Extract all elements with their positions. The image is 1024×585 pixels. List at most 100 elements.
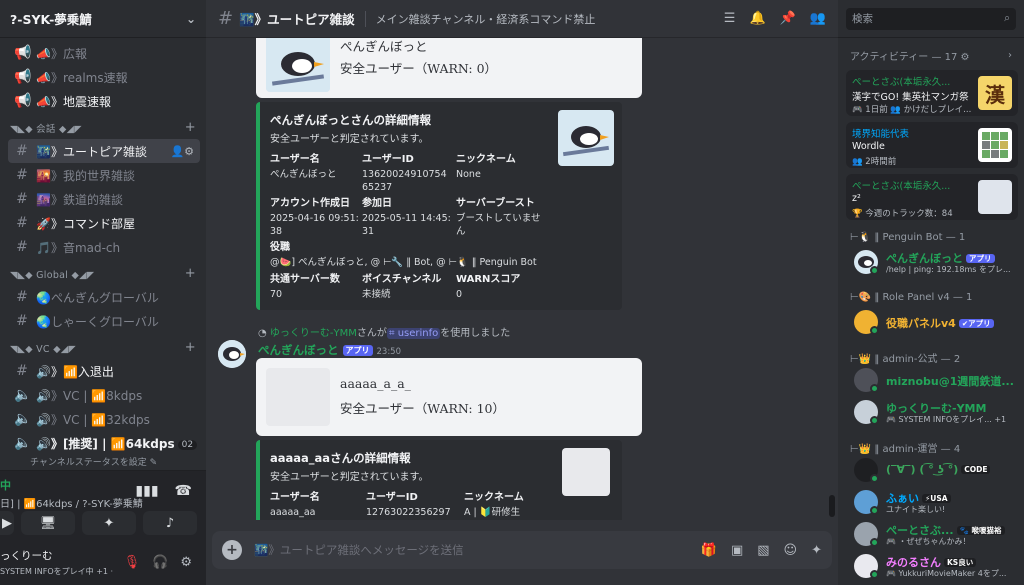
channel-earthquake[interactable]: 📢 📣》地震速報 bbox=[8, 89, 200, 113]
author-name[interactable]: ぺんぎんぼっと bbox=[258, 343, 339, 357]
emoji-icon[interactable]: ☺ bbox=[784, 543, 798, 558]
activity-card[interactable]: ぺーとさぶ(本垢永久... 漢字でGO! 集英社マンガ祭 🎮 1日前 👥 かけだ… bbox=[846, 70, 1018, 116]
channel-announce[interactable]: 📢 📣》広報 bbox=[8, 41, 200, 65]
channel-vc-32k[interactable]: 🔈 🔊》VC | 📶32kdps bbox=[8, 407, 200, 431]
user-card-image[interactable]: aaaaa_a_a_ 安全ユーザー（WARN: 10） bbox=[256, 358, 642, 436]
role-tag: ⚡USA bbox=[922, 494, 951, 503]
signal-icon[interactable]: ▮▮▮ bbox=[135, 483, 158, 499]
activity-card[interactable]: 境界知能代表 Wordle 👥 2時間前 bbox=[846, 122, 1018, 168]
command-name[interactable]: ⌗ userinfo bbox=[386, 328, 441, 339]
search-placeholder: 検索 bbox=[852, 13, 873, 25]
activity-button[interactable]: ✦ bbox=[82, 511, 136, 535]
pin-icon[interactable]: 📌 bbox=[780, 11, 796, 26]
user-card-image[interactable]: ぺんぎんぼっと 安全ユーザー（WARN: 0） bbox=[256, 38, 642, 98]
gear-icon[interactable]: ⚙ bbox=[180, 555, 192, 570]
app-badge: アプリ bbox=[342, 345, 373, 356]
member-item[interactable]: ゆっくりーむ-YMM 🎮 SYSTEM INFOをプレイ... +1 bbox=[850, 396, 1020, 428]
add-channel-icon[interactable]: + bbox=[185, 266, 196, 281]
userinfo-embed: aaaaa_aaさんの詳細情報 安全ユーザーと判定されています。 ユーザー名 aa… bbox=[256, 440, 622, 520]
threads-icon[interactable]: ☰ bbox=[724, 11, 736, 26]
hash-icon: # bbox=[218, 8, 234, 29]
camera-button[interactable]: ▶ bbox=[0, 511, 14, 535]
member-name: miznobu@1週間鉄道... bbox=[886, 375, 1014, 388]
discord-app: ?-SYK-夢乗鯖 ⌄ 📢 📣》広報 📢 📣》realms速報 📢 📣》地震速報 ◥◣… bbox=[0, 0, 1024, 585]
album-art-image bbox=[978, 180, 1012, 214]
channel-label: 🌇》我的世界雑談 bbox=[36, 168, 135, 183]
members-icon[interactable]: 👥 bbox=[810, 11, 826, 26]
activity-meta: 🏆 今週のトラック数：84 bbox=[852, 209, 953, 219]
user-info[interactable]: っくりーむ SYSTEM INFOをプレイ中 +1 · bbox=[0, 548, 124, 577]
avatar[interactable] bbox=[218, 340, 246, 368]
gif-icon[interactable]: ▣ bbox=[731, 543, 743, 558]
invite-settings-icon[interactable]: 👤⚙ bbox=[170, 145, 194, 158]
member-name: (‾∀‾) ( ͡° ͜ʖ ͡°) CODE bbox=[886, 463, 991, 476]
activity-user: ぺーとさぶ(本垢永久... bbox=[852, 181, 951, 192]
chevron-down-icon: ⌄ bbox=[185, 11, 196, 26]
chevron-right-icon: › bbox=[1008, 49, 1012, 61]
channel-label: 📣》地震速報 bbox=[36, 94, 111, 109]
member-item[interactable]: (‾∀‾) ( ͡° ͜ʖ ͡°) CODE bbox=[850, 454, 1020, 486]
channel-realms[interactable]: 📢 📣》realms速報 bbox=[8, 65, 200, 89]
screen-share-button[interactable]: 🖥 bbox=[21, 511, 75, 535]
status-dot bbox=[870, 416, 879, 425]
member-category: ⊢🎨 ‖ Role Panel v4 — 1 bbox=[850, 292, 973, 303]
add-attachment-button[interactable]: + bbox=[222, 540, 242, 560]
channel-topic[interactable]: メイン雑談チャンネル・経済系コマンド禁止 bbox=[376, 11, 716, 27]
command-reply-line[interactable]: ◔ ゆっくりーむ-YMMさんが ⌗ userinfo を使用しました bbox=[258, 324, 510, 339]
user-count-badge: 02 bbox=[177, 440, 198, 450]
megaphone-icon: 📢 bbox=[14, 69, 32, 85]
channel-join-leave[interactable]: # 🔊》📶入退出 bbox=[8, 359, 200, 383]
chat-main: # 🌃》ユートピア雑談 メイン雑談チャンネル・経済系コマンド禁止 ☰ 🔔 📌 👥… bbox=[206, 0, 838, 585]
channel-command[interactable]: # 🚀》コマンド部屋 bbox=[8, 211, 200, 235]
channel-vc-8k[interactable]: 🔈 🔊》VC | 📶8kdps bbox=[8, 383, 200, 407]
channel-shark-global[interactable]: # 🌏しゃーくグローバル bbox=[8, 309, 200, 333]
command-user[interactable]: ゆっくりーむ-YMM bbox=[270, 328, 357, 339]
channel-vc-64k[interactable]: 🔈🔊》[推奨] | 📶64kdps0299 bbox=[8, 431, 200, 455]
search-input[interactable]: 検索 ⌕ bbox=[846, 7, 1016, 30]
gift-icon[interactable]: 🎁 bbox=[701, 543, 717, 558]
message-input[interactable]: 🌃》ユートピア雑談へメッセージを送信 bbox=[254, 542, 701, 558]
channel-status-setter[interactable]: チャンネルステータスを設定 ✎ bbox=[0, 455, 206, 469]
member-item[interactable]: ふぁい ⚡USA ユナイト楽しい! bbox=[850, 486, 1020, 518]
channel-label: 🔊》📶入退出 bbox=[36, 364, 114, 379]
headphones-icon[interactable]: 🎧 bbox=[152, 555, 168, 570]
activity-header[interactable]: アクティビティー — 17 ⚙ › bbox=[838, 38, 1024, 72]
add-channel-icon[interactable]: + bbox=[185, 340, 196, 355]
member-item[interactable]: ぺーとさぶ... 🐾 喉嗄猫裕 🎮 ・ぜぜちゃんかみ！ bbox=[850, 518, 1020, 550]
embed-thumbnail[interactable] bbox=[558, 110, 614, 166]
bell-icon[interactable]: 🔔 bbox=[749, 11, 765, 26]
member-status: /help | ping: 192.18ms をプレ... bbox=[886, 265, 1011, 274]
game-icon: 漢 bbox=[978, 76, 1012, 110]
soundboard-button[interactable]: ♪ bbox=[143, 511, 197, 535]
member-item[interactable]: ぺんぎんぼっと アプリ /help | ping: 192.18ms をプレ... bbox=[850, 246, 1020, 278]
disconnect-icon[interactable]: ☎ bbox=[175, 483, 192, 499]
member-item[interactable]: みのるさん KS良い 🎮 YukkuriMovieMaker 4をプ... bbox=[850, 550, 1020, 582]
hash-icon: # bbox=[16, 313, 28, 329]
server-header[interactable]: ?-SYK-夢乗鯖 ⌄ bbox=[0, 0, 206, 38]
member-item[interactable]: 役職パネルv4 ✔アプリ bbox=[850, 306, 1020, 338]
embed-field: アカウント作成日 2025-04-16 09:51:38 bbox=[270, 198, 359, 237]
channel-title: 🌃》ユートピア雑談 bbox=[239, 12, 355, 27]
mic-muted-icon[interactable]: 🎙 bbox=[124, 555, 141, 570]
hash-icon: # bbox=[16, 363, 28, 379]
channel-railway[interactable]: # 🌆》鉄道的雑談 bbox=[8, 187, 200, 211]
category-global[interactable]: ◥◣◆ Global ◆◢◤ + bbox=[0, 259, 206, 285]
channel-penguin-global[interactable]: # 🌏ぺんぎんグローバル bbox=[8, 285, 200, 309]
category-talk[interactable]: ◥◣◆ 会話 ◆◢◤ + bbox=[0, 113, 206, 139]
category-vc[interactable]: ◥◣◆ VC ◆◢◤ + bbox=[0, 333, 206, 359]
channel-minecraft[interactable]: # 🌇》我的世界雑談 bbox=[8, 163, 200, 187]
scrollbar-thumb[interactable] bbox=[829, 495, 835, 517]
add-channel-icon[interactable]: + bbox=[185, 120, 196, 135]
activity-card[interactable]: ぺーとさぶ(本垢永久... z² 🏆 今週のトラック数：84 bbox=[846, 174, 1018, 220]
role-tag: 🐾 喉嗄猫裕 bbox=[956, 526, 1005, 535]
speaker-icon: 🔈 bbox=[14, 387, 32, 403]
embed-thumbnail[interactable] bbox=[562, 448, 610, 496]
channel-utopia[interactable]: # 🌃》ユートピア雑談 👤⚙ bbox=[8, 139, 200, 163]
user-panel: っくりーむ SYSTEM INFOをプレイ中 +1 · 🎙 🎧 ⚙ bbox=[0, 540, 206, 585]
search-icon: ⌕ bbox=[1004, 12, 1010, 24]
apps-icon[interactable]: ✦ bbox=[811, 543, 822, 558]
member-item[interactable]: miznobu@1週間鉄道... bbox=[850, 364, 1020, 396]
sticker-icon[interactable]: ▧ bbox=[757, 543, 769, 558]
channel-otomad[interactable]: # 🎵》音mad-ch bbox=[8, 235, 200, 259]
channel-label: 🌃》ユートピア雑談 bbox=[36, 144, 147, 159]
